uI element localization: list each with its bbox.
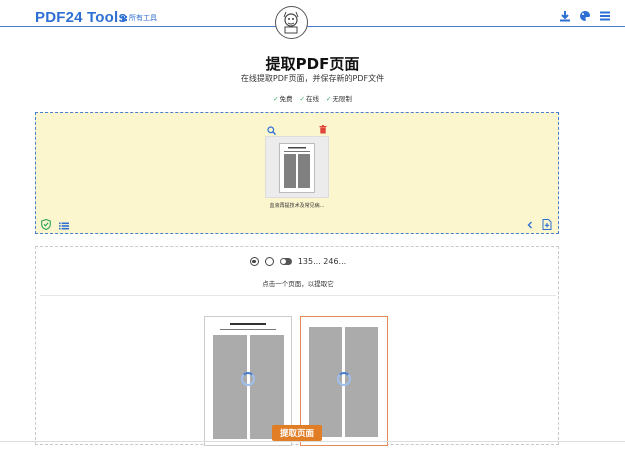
selection-text[interactable]: 135... 246... xyxy=(298,257,346,266)
list-icon[interactable] xyxy=(59,222,69,230)
page-selection-panel: 135... 246... 点击一个页面，以提取它 xyxy=(35,246,560,446)
divider xyxy=(40,295,556,296)
file-name: 血液再提技术及常见病... xyxy=(269,203,325,209)
radio-select-pages[interactable] xyxy=(249,257,259,266)
feature-unlimited: ✓无限制 xyxy=(325,95,352,103)
loading-spinner-icon xyxy=(337,372,351,386)
feature-online: ✓在线 xyxy=(299,95,319,103)
feature-free: ✓免费 xyxy=(273,95,293,103)
bottom-divider xyxy=(0,441,625,442)
file-thumbnail xyxy=(279,143,315,193)
palette-icon[interactable] xyxy=(579,10,591,22)
brand-logo-text[interactable]: PDF24 Tools xyxy=(35,9,127,26)
check-icon: ✓ xyxy=(273,95,279,103)
chevron-left-icon[interactable] xyxy=(526,221,534,229)
zoom-icon[interactable] xyxy=(267,126,276,135)
check-icon: ✓ xyxy=(325,95,332,103)
file-card[interactable] xyxy=(265,136,329,198)
all-tools-link[interactable]: 所有工具 xyxy=(122,13,157,23)
check-icon: ✓ xyxy=(299,95,305,103)
top-header: PDF24 Tools 所有工具 xyxy=(0,0,625,39)
mascot-logo-icon[interactable] xyxy=(275,6,308,39)
page-subtitle: 在线提取PDF页面，并保存新的PDF文件 xyxy=(240,74,385,83)
menu-icon[interactable] xyxy=(599,10,611,22)
download-icon[interactable] xyxy=(559,10,571,22)
toggle-icon[interactable] xyxy=(279,258,292,265)
add-file-icon[interactable] xyxy=(542,219,552,230)
page-title: 提取PDF页面 xyxy=(265,55,360,73)
extract-pages-button[interactable]: 提取页面 xyxy=(272,425,322,441)
file-dropzone[interactable]: 血液再提技术及常见病... xyxy=(35,112,559,234)
selection-hint: 点击一个页面，以提取它 xyxy=(262,280,334,288)
loading-spinner-icon xyxy=(241,372,255,386)
feature-list: ✓免费 ✓在线 ✓无限制 xyxy=(0,93,625,103)
grid-icon xyxy=(122,15,127,21)
shield-check-icon[interactable] xyxy=(41,219,51,230)
trash-icon[interactable] xyxy=(319,125,327,134)
mode-selector: 135... 246... xyxy=(36,257,560,266)
radio-select-all[interactable] xyxy=(264,257,274,266)
all-tools-label: 所有工具 xyxy=(129,14,157,22)
